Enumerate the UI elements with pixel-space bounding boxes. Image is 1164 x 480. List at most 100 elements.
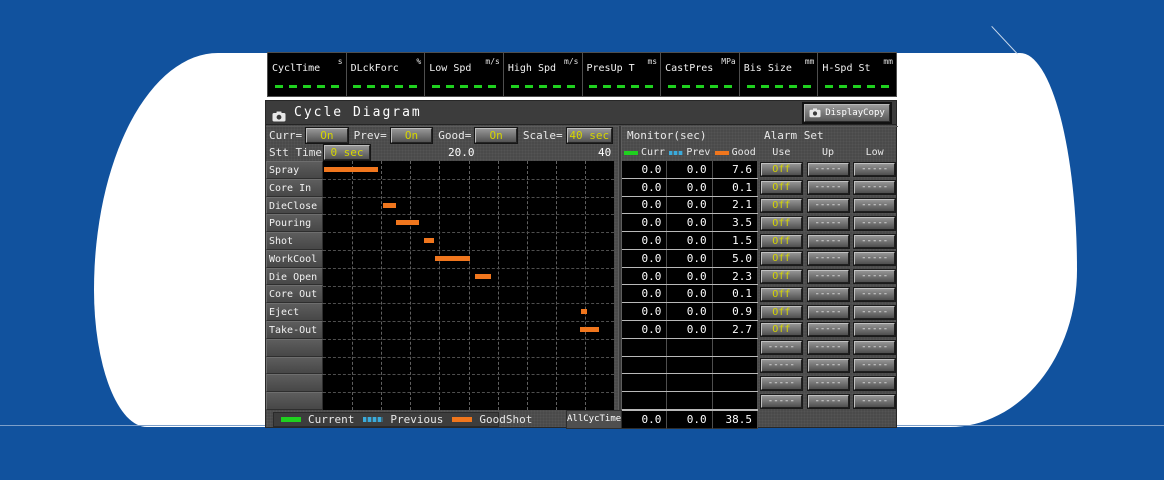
alarm-low-button[interactable]: ----- <box>854 181 896 195</box>
row-label: Pouring <box>266 214 323 233</box>
alarm-low-button[interactable]: ----- <box>854 394 896 408</box>
alarm-low-button[interactable]: ----- <box>854 216 896 230</box>
legend-current-label: Current <box>308 413 355 426</box>
status-field-value <box>268 85 346 88</box>
alarm-cell: ----- <box>851 163 898 177</box>
alarm-use-button[interactable]: Off <box>760 216 802 230</box>
alarm-low-button[interactable]: ----- <box>854 287 896 301</box>
monitor-cell: 0.0 <box>667 285 713 303</box>
display-copy-button[interactable]: DisplayCopy <box>804 103 890 122</box>
status-field: CyclTime s <box>268 53 346 96</box>
alarm-use-button[interactable]: ----- <box>760 341 802 355</box>
alarm-low-button[interactable]: ----- <box>854 234 896 248</box>
decorative-line <box>991 26 1018 55</box>
alarm-use-button[interactable]: ----- <box>760 394 802 408</box>
alarm-up-button[interactable]: ----- <box>807 323 849 337</box>
gantt-bar-workcool <box>435 255 470 261</box>
good-toggle-button[interactable]: On <box>475 128 517 143</box>
alarm-up-button[interactable]: ----- <box>807 270 849 284</box>
alarm-up-button[interactable]: ----- <box>807 163 849 177</box>
scale-button[interactable]: 40 sec <box>566 128 613 143</box>
alarm-cell: ----- <box>851 376 898 390</box>
panel-titlebar: Cycle Diagram DisplayCopy <box>266 101 896 125</box>
alarm-up-button[interactable]: ----- <box>807 234 849 248</box>
alarm-up-button[interactable]: ----- <box>807 394 849 408</box>
alarm-cell: ----- <box>805 252 852 266</box>
monitor-cell: 0.1 <box>712 178 758 196</box>
alarm-set-header: Alarm Set <box>758 126 898 144</box>
alarm-use-button[interactable]: Off <box>760 252 802 266</box>
page-title: Cycle Diagram <box>294 105 422 120</box>
alarm-low-button[interactable]: ----- <box>854 376 896 390</box>
curr-toggle-button[interactable]: On <box>306 128 348 143</box>
alarm-use-button[interactable]: ----- <box>760 358 802 372</box>
alarm-use-button[interactable]: Off <box>760 270 802 284</box>
stt-time-button[interactable]: 0 sec <box>324 145 370 160</box>
alarm-low-button[interactable]: ----- <box>854 252 896 266</box>
axis-mid-tick: 20.0 <box>448 146 475 159</box>
alarm-cell: ----- <box>851 270 898 284</box>
alarm-up-button[interactable]: ----- <box>807 216 849 230</box>
monitor-cell: 0.0 <box>667 214 713 232</box>
prev-toggle-button[interactable]: On <box>390 128 433 143</box>
alarm-up-button[interactable]: ----- <box>807 376 849 390</box>
monitor-cell: 0.0 <box>622 196 668 214</box>
alarm-up-button[interactable]: ----- <box>807 305 849 319</box>
status-field-label: High Spd <box>507 63 557 74</box>
monitor-cell: 0.0 <box>622 267 668 285</box>
alarm-up-button[interactable]: ----- <box>807 252 849 266</box>
alarm-cell: ----- <box>851 216 898 230</box>
alarm-use-button[interactable]: Off <box>760 163 802 177</box>
monitor-cell: 3.5 <box>712 214 758 232</box>
alarm-cell: ----- <box>851 305 898 319</box>
alarm-low-button[interactable]: ----- <box>854 323 896 337</box>
monitor-row: 0.0 0.0 7.6 <box>622 161 758 179</box>
status-field-label: H-Spd St <box>822 63 871 74</box>
alarm-low-button[interactable]: ----- <box>854 163 896 177</box>
alarm-low-button[interactable]: ----- <box>854 270 896 284</box>
alarm-use-button[interactable]: ----- <box>760 376 802 390</box>
alarm-up-button[interactable]: ----- <box>807 341 849 355</box>
monitor-row <box>622 374 758 393</box>
monitor-cell: 0.0 <box>667 321 713 338</box>
alarm-up-button[interactable]: ----- <box>807 358 849 372</box>
alarm-cell: Off <box>758 181 805 195</box>
alarm-cell: ----- <box>851 341 898 355</box>
alarm-row: Off ----- ----- <box>758 214 898 232</box>
monitor-cell: 0.0 <box>667 249 713 267</box>
alarm-low-button[interactable]: ----- <box>854 198 896 212</box>
row-label: Die Open <box>266 267 323 286</box>
alarm-up-button[interactable]: ----- <box>807 181 849 195</box>
monitor-table: 0.0 0.0 7.6 0.0 0.0 0.1 0.0 0.0 2.1 0.0 0.0 3.5 0.0 0… <box>622 161 758 410</box>
alarm-use-button[interactable]: Off <box>760 305 802 319</box>
status-field-label: DLckForc <box>350 63 399 74</box>
monitor-row: 0.0 0.0 2.7 <box>622 321 758 339</box>
alarm-use-button[interactable]: Off <box>760 198 802 212</box>
alarm-up-button[interactable]: ----- <box>807 198 849 212</box>
alarm-use-button[interactable]: Off <box>760 323 802 337</box>
current-swatch-icon <box>281 417 301 422</box>
alarm-cell: Off <box>758 198 805 212</box>
alarm-use-button[interactable]: Off <box>760 234 802 248</box>
alarm-up-button[interactable]: ----- <box>807 287 849 301</box>
curr-label: Curr= <box>269 129 303 142</box>
alarm-low-button[interactable]: ----- <box>854 358 896 372</box>
alarm-row: ----- ----- ----- <box>758 339 898 357</box>
camera-icon <box>272 107 286 122</box>
legend-item-good: Good <box>713 147 758 158</box>
alarm-col-low: Low <box>865 147 884 158</box>
monitor-cell <box>712 338 758 356</box>
monitor-cell: 0.0 <box>667 196 713 214</box>
alarm-cell: Off <box>758 270 805 284</box>
alarm-low-button[interactable]: ----- <box>854 305 896 319</box>
monitor-cell <box>622 356 668 374</box>
legend-item-previous: Previous <box>363 413 443 426</box>
monitor-cell: 0.1 <box>712 285 758 303</box>
monitor-cell: 7.6 <box>712 161 758 178</box>
alarm-use-button[interactable]: Off <box>760 181 802 195</box>
monitor-cell <box>622 338 668 356</box>
alarm-use-button[interactable]: Off <box>760 287 802 301</box>
grid-hline <box>323 374 614 376</box>
alarm-row: Off ----- ----- <box>758 268 898 286</box>
alarm-low-button[interactable]: ----- <box>854 341 896 355</box>
